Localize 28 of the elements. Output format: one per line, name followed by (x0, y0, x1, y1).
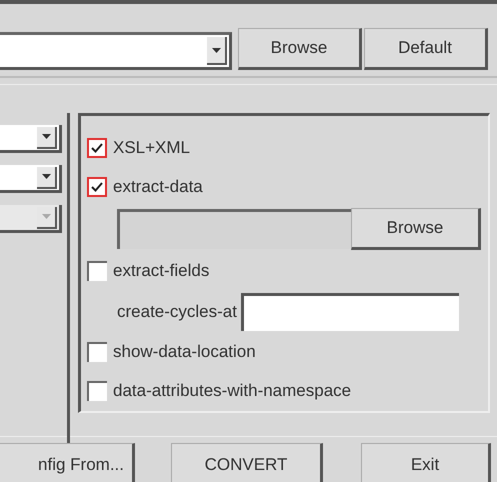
checkbox-label: XSL+XML (113, 138, 190, 158)
dropdown-arrow-icon (212, 48, 220, 52)
action-button[interactable]: Exit (361, 443, 491, 482)
field-label: create-cycles-at (117, 302, 237, 322)
top-button[interactable]: Default (364, 28, 488, 70)
checkbox[interactable] (87, 342, 107, 362)
checkbox[interactable] (87, 381, 107, 402)
browse-button[interactable]: Browse (351, 208, 481, 250)
file-field[interactable] (117, 209, 351, 250)
action-button[interactable]: CONVERT (171, 443, 323, 482)
option-combo[interactable] (0, 125, 62, 153)
dropdown-arrow-icon (42, 174, 50, 179)
checkbox-label: extract-fields (113, 261, 210, 282)
checkmark-icon (91, 182, 103, 192)
top-button[interactable]: Browse (238, 28, 362, 70)
checkmark-icon (91, 142, 103, 153)
path-combo[interactable] (0, 32, 232, 70)
checkbox-label: extract-data (113, 176, 203, 197)
checkbox[interactable] (87, 261, 107, 282)
checkbox[interactable] (87, 176, 107, 197)
dropdown-arrow-icon (42, 214, 50, 219)
action-button[interactable]: nfig From... (0, 443, 135, 482)
checkbox[interactable] (87, 138, 107, 158)
checkbox-label: data-attributes-with-namespace (113, 381, 352, 402)
dropdown-arrow-icon (42, 134, 50, 139)
text-field[interactable] (240, 292, 459, 331)
checkbox-label: show-data-location (113, 342, 256, 362)
option-combo[interactable] (0, 165, 62, 193)
